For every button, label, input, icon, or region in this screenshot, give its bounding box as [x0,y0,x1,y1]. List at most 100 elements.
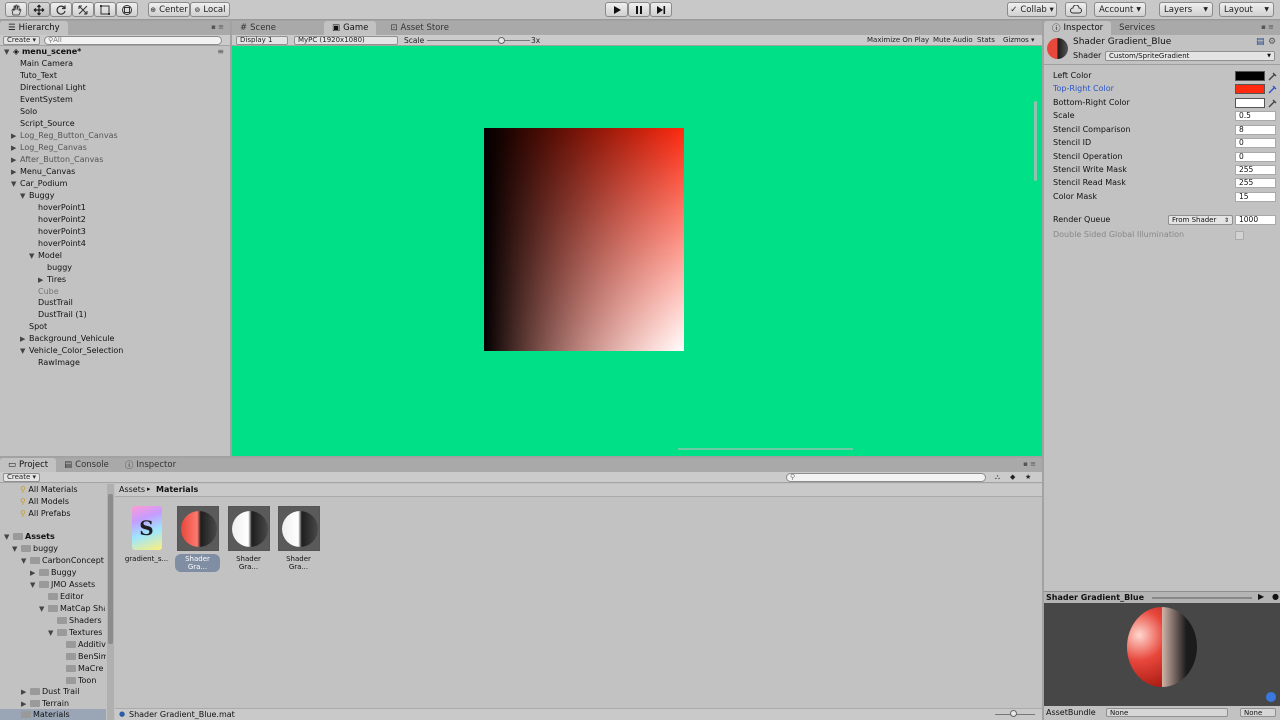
render-queue-dropdown[interactable]: From Shader ⇕ [1168,215,1233,225]
folder-item[interactable]: ▶ Dust Trail [21,686,79,698]
top-right-color-swatch[interactable] [1235,84,1265,94]
display-dropdown[interactable]: Display 1 [236,35,288,45]
hierarchy-item[interactable]: Script_Source [20,118,75,130]
folder-item[interactable]: Editor [48,591,84,603]
thumbnail-size-handle[interactable] [1010,710,1017,717]
create-button[interactable]: Create ▾ [3,35,40,45]
rect-tool-button[interactable] [94,2,116,17]
stencil-id-field[interactable]: 0 [1235,138,1276,148]
pause-button[interactable] [628,2,650,17]
book-icon[interactable]: ▤ [1256,37,1265,47]
hierarchy-item[interactable]: Tuto_Text [20,70,57,82]
hand-tool-button[interactable] [5,2,27,17]
hierarchy-item[interactable]: ▶ Tires [38,274,66,286]
folder-item[interactable]: ▼ Textures [48,627,102,639]
color-mask-field[interactable]: 15 [1235,192,1276,202]
hierarchy-item[interactable]: Spot [29,321,47,333]
filter-type-icon[interactable]: ⛬ [995,473,1000,482]
gear-icon[interactable]: ⚙ [1268,37,1276,47]
favorite-star-icon[interactable]: ★ [1025,473,1031,481]
tab-asset-store[interactable]: ⊡ Asset Store [382,21,457,35]
stencil-read-mask-field[interactable]: 255 [1235,178,1276,188]
assetbundle-dropdown[interactable]: None [1106,708,1228,717]
tab-game[interactable]: ▣ Game [324,21,377,35]
stats-toggle[interactable]: Stats [973,36,999,45]
step-button[interactable] [650,2,672,17]
asset-item-selected[interactable]: Shader Gra... [175,506,220,572]
folder-item[interactable]: BenSim [66,651,106,663]
eyedropper-icon[interactable] [1268,71,1277,81]
favorite-item[interactable]: ⚲ All Models [20,496,69,508]
preview-drag-bar[interactable] [1152,597,1252,599]
hierarchy-item[interactable]: EventSystem [20,94,73,106]
hierarchy-item[interactable]: Solo [20,106,37,118]
cloud-button[interactable] [1065,2,1087,17]
asset-item[interactable]: Shader Gra... [276,506,321,572]
eyedropper-icon[interactable] [1268,98,1277,108]
hierarchy-item[interactable]: ▼ Buggy [20,190,54,202]
panel-menu-icon[interactable]: ▪ ≡ [211,23,224,31]
play-button[interactable] [605,2,628,17]
pivot-local-button[interactable]: ⊚ Local [190,2,230,17]
tab-console[interactable]: ▤ Console [56,458,117,472]
project-search-input[interactable]: ⚲ [786,472,986,482]
horizontal-scrollbar[interactable] [678,448,853,450]
shader-dropdown[interactable]: Custom/SpriteGradient ▼ [1105,51,1275,61]
asset-item[interactable]: Shader Gra... [226,506,271,572]
transform-tool-button[interactable] [116,2,138,17]
panel-menu-icon[interactable]: ▪ ≡ [1261,23,1274,31]
pivot-center-button[interactable]: ⊕ Center [148,2,190,17]
play-icon[interactable]: ▶ [1258,592,1264,601]
hierarchy-item[interactable]: Directional Light [20,82,86,94]
hierarchy-item[interactable]: ▶ Log_Reg_Canvas [11,142,87,154]
breadcrumb-root[interactable]: Assets [119,485,145,494]
bottom-right-color-swatch[interactable] [1235,98,1265,108]
hierarchy-item[interactable]: ▶ Log_Reg_Button_Canvas [11,130,118,142]
stencil-write-mask-field[interactable]: 255 [1235,165,1276,175]
hierarchy-item[interactable]: ▼ Car_Podium [11,178,67,190]
breadcrumb-current[interactable]: Materials [156,485,198,494]
favorite-item[interactable]: ⚲ All Prefabs [20,508,71,520]
hierarchy-item[interactable]: DustTrail [38,297,73,309]
tab-services[interactable]: Services [1111,21,1163,35]
folder-item[interactable]: ▼ CarbonConcept [21,555,104,567]
tag-icon[interactable] [1266,692,1276,702]
layers-dropdown[interactable]: Layers ▼ [1159,2,1213,17]
tab-project[interactable]: ▭ Project [0,458,57,472]
move-tool-button[interactable] [28,2,50,17]
hierarchy-item[interactable]: ▼ Vehicle_Color_Selection [20,345,123,357]
folder-item[interactable]: Additiv [66,639,106,651]
stencil-operation-field[interactable]: 0 [1235,152,1276,162]
rotate-tool-button[interactable] [50,2,72,17]
hierarchy-search-input[interactable]: ⚲ All [44,35,222,45]
scene-menu-icon[interactable]: ≡ [217,46,224,58]
double-sided-gi-checkbox[interactable] [1235,231,1244,240]
account-dropdown[interactable]: Account ▼ [1094,2,1146,17]
folder-tree-scrollbar[interactable] [107,484,114,720]
hierarchy-item[interactable]: hoverPoint4 [38,238,86,250]
hierarchy-item[interactable]: RawImage [38,357,80,369]
maximize-on-play-toggle[interactable]: Maximize On Play [863,36,933,45]
folder-item[interactable]: ▶ Buggy [30,567,76,579]
folder-item[interactable]: ▼ buggy [12,543,58,555]
hierarchy-item[interactable]: ▼ Model [29,250,62,262]
left-color-swatch[interactable] [1235,71,1265,81]
light-icon[interactable]: ● [1272,592,1279,601]
folder-item[interactable]: Shaders [57,615,102,627]
tab-scene[interactable]: # Scene [232,21,284,35]
scene-root[interactable]: ▼ ◈ menu_scene* ≡ [4,46,228,58]
game-viewport[interactable] [232,46,1042,456]
render-queue-field[interactable]: 1000 [1235,215,1276,225]
stencil-comparison-field[interactable]: 8 [1235,125,1276,135]
collab-dropdown[interactable]: ✓ Collab ▾ [1007,2,1057,17]
layout-dropdown[interactable]: Layout ▼ [1219,2,1274,17]
scale-slider-track[interactable] [427,40,530,41]
tab-hierarchy[interactable]: ☰ Hierarchy [0,21,68,35]
hierarchy-item[interactable]: Main Camera [20,58,73,70]
panel-menu-icon[interactable]: ▪ ≡ [1023,460,1036,468]
material-preview[interactable] [1044,603,1280,706]
hierarchy-item[interactable]: hoverPoint3 [38,226,86,238]
filter-label-icon[interactable]: ◆ [1010,473,1015,481]
scale-tool-button[interactable] [72,2,94,17]
create-button[interactable]: Create ▾ [3,472,40,482]
